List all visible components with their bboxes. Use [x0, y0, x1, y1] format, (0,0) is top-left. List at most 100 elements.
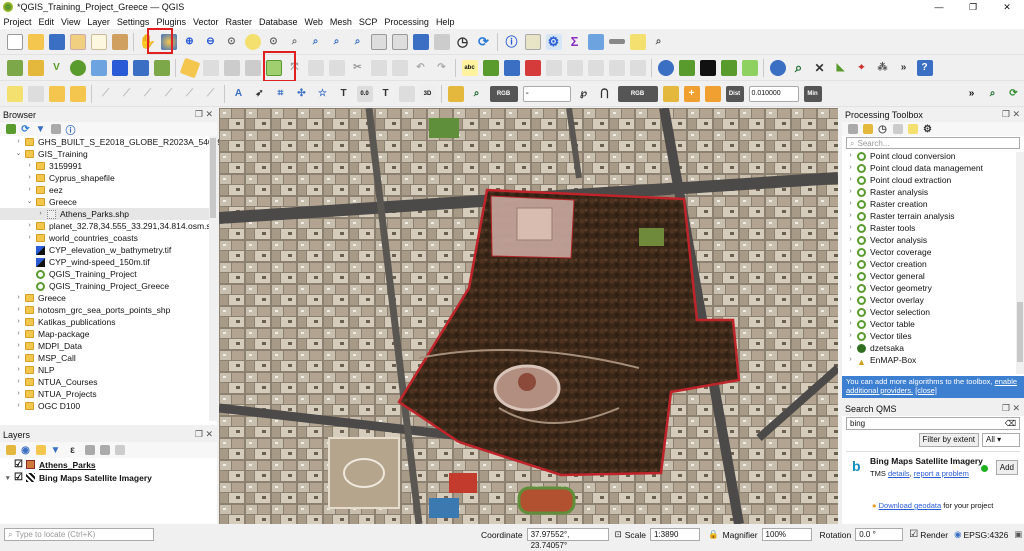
collapsed-chevron-icon[interactable]: ›	[25, 220, 34, 232]
collapsed-chevron-icon[interactable]: ›	[25, 160, 34, 172]
reshape-icon[interactable]: ⟋	[161, 86, 177, 102]
map-tips-icon[interactable]: ⌕	[651, 34, 667, 50]
collapsed-chevron-icon[interactable]: ›	[846, 270, 855, 282]
signature-icon[interactable]: ⋂	[597, 86, 613, 102]
counter-icon[interactable]: 0.0	[356, 85, 373, 102]
table-format-icon[interactable]	[398, 85, 415, 102]
new-shapefile-icon[interactable]	[153, 59, 170, 76]
rotation-field[interactable]: 0.0 °	[855, 528, 904, 541]
deselect-icon[interactable]	[48, 85, 65, 102]
processing-item[interactable]: › Point cloud extraction	[846, 174, 1024, 186]
processing-item[interactable]: › Vector selection	[846, 306, 1024, 318]
browser-item[interactable]: › world_countries_coasts	[0, 232, 217, 244]
manage-visibility-icon[interactable]	[35, 445, 46, 455]
dist-input[interactable]: 0.010000	[748, 85, 799, 102]
current-edits-icon[interactable]	[179, 57, 200, 78]
nodes-icon[interactable]: ⁂	[875, 60, 891, 76]
star-icon[interactable]: ☆	[315, 86, 331, 102]
collapse-all-icon[interactable]	[50, 124, 61, 134]
more-tools-icon[interactable]: »	[896, 60, 912, 76]
zoom-next-icon[interactable]: ⌕	[350, 34, 366, 50]
undo-icon[interactable]: ↶	[413, 60, 429, 76]
collapsed-chevron-icon[interactable]: ›	[846, 306, 855, 318]
processing-settings-icon[interactable]: ⚙	[545, 33, 562, 50]
menu-view[interactable]: View	[58, 17, 84, 27]
paste-features-icon[interactable]	[391, 59, 408, 76]
plus-roi-icon[interactable]: +	[683, 85, 700, 102]
zoom-full-icon[interactable]	[244, 33, 261, 50]
label-text-icon[interactable]: T	[378, 86, 394, 102]
move-feature-icon[interactable]	[307, 59, 324, 76]
label-diagram-icon[interactable]	[608, 59, 625, 76]
collapsed-chevron-icon[interactable]: ›	[846, 282, 855, 294]
split-icon[interactable]: ⟋	[98, 86, 114, 102]
add-layer-icon[interactable]	[6, 59, 23, 76]
browser-item[interactable]: › NLP	[0, 364, 217, 376]
collapsed-chevron-icon[interactable]: ›	[36, 208, 45, 220]
measure-icon[interactable]	[608, 39, 625, 44]
collapsed-chevron-icon[interactable]: ›	[14, 388, 23, 400]
collapsed-chevron-icon[interactable]: ›	[846, 246, 855, 258]
collapsed-chevron-icon[interactable]: ›	[14, 364, 23, 376]
menu-help[interactable]: Help	[432, 17, 458, 27]
scale-field[interactable]: 1:3890	[649, 528, 700, 541]
collapsed-chevron-icon[interactable]: ›	[846, 294, 855, 306]
processing-item[interactable]: › Raster terrain analysis	[846, 210, 1024, 222]
browser-item[interactable]: CYP_wind-speed_150m.tif	[0, 256, 217, 268]
browser-item[interactable]: › NTUA_Projects	[0, 388, 217, 400]
open-project-icon[interactable]	[27, 33, 44, 50]
restore-button[interactable]: ❐	[956, 0, 990, 14]
processing-item[interactable]: › Vector creation	[846, 258, 1024, 270]
close-button[interactable]: ✕	[990, 0, 1024, 14]
menu-raster[interactable]: Raster	[222, 17, 256, 27]
crs-label[interactable]: EPSG:4326	[964, 530, 1009, 540]
filter-expression-icon[interactable]: ε	[66, 445, 80, 456]
expanded-chevron-icon[interactable]: ⌄	[25, 196, 34, 208]
zoom-in-icon[interactable]: ⊕	[182, 34, 198, 50]
add-selected-icon[interactable]	[5, 124, 16, 134]
processing-item[interactable]: › dzetsaka	[846, 342, 1024, 354]
collapsed-chevron-icon[interactable]: ›	[14, 316, 23, 328]
spectral-plot-icon[interactable]: ℘	[576, 86, 592, 102]
collapsed-chevron-icon[interactable]: ›	[14, 304, 23, 316]
collapsed-chevron-icon[interactable]: ›	[14, 376, 23, 388]
delete-selected-icon[interactable]	[328, 59, 345, 76]
browser-item[interactable]: ⌄ Greece	[0, 196, 217, 208]
browser-item[interactable]: ⌄ GIS_Training	[0, 148, 217, 160]
band-set-icon[interactable]	[447, 85, 464, 102]
snap-icon[interactable]: ✣	[294, 86, 310, 102]
collapsed-chevron-icon[interactable]: ›	[846, 198, 855, 210]
processing-item[interactable]: › Point cloud conversion	[846, 150, 1024, 162]
roi-icon[interactable]	[662, 85, 679, 102]
collapsed-chevron-icon[interactable]: ›	[846, 186, 855, 198]
label-move-icon[interactable]	[545, 59, 562, 76]
collapsed-chevron-icon[interactable]: ›	[846, 258, 855, 270]
identify-icon[interactable]: ⓘ	[504, 34, 520, 50]
bookmark-icon[interactable]	[412, 33, 429, 50]
collapsed-chevron-icon[interactable]: ›	[846, 150, 855, 162]
map-canvas[interactable]	[219, 108, 838, 524]
processing-item[interactable]: › Raster analysis	[846, 186, 1024, 198]
add-raster-icon[interactable]	[111, 59, 128, 76]
add-vector-icon[interactable]	[27, 59, 44, 76]
zoom-selection-icon[interactable]: ⊙	[266, 34, 282, 50]
simplify-icon[interactable]: ⟋	[203, 86, 219, 102]
panel-buttons[interactable]: ❐ ✕	[1002, 403, 1020, 414]
more-chevron-icon[interactable]: »	[964, 86, 980, 102]
add-virtual-icon[interactable]	[132, 59, 149, 76]
layer-item[interactable]: ▾ ☑ Bing Maps Satellite Imagery	[0, 471, 217, 484]
new-map-view-icon[interactable]	[370, 33, 387, 50]
processing-item[interactable]: › ▲ EnMAP-Box	[846, 354, 1024, 367]
qms-type-select[interactable]: All ▾	[982, 433, 1020, 447]
panel-buttons[interactable]: ❐ ✕	[195, 109, 213, 120]
text-annotation-icon[interactable]: A	[231, 86, 247, 102]
menu-edit[interactable]: Edit	[35, 17, 58, 27]
collapsed-chevron-icon[interactable]: ›	[14, 352, 23, 364]
grid-icon[interactable]	[678, 59, 695, 76]
georef-icon[interactable]: ⌖	[854, 60, 870, 76]
history-icon[interactable]: ◷	[878, 124, 888, 135]
toggle-editing-icon[interactable]	[202, 59, 219, 76]
processing-item[interactable]: › Vector tiles	[846, 330, 1024, 342]
text-format-icon[interactable]: T	[336, 86, 352, 102]
locate-input[interactable]: ⌕ Type to locate (Ctrl+K)	[4, 528, 154, 541]
